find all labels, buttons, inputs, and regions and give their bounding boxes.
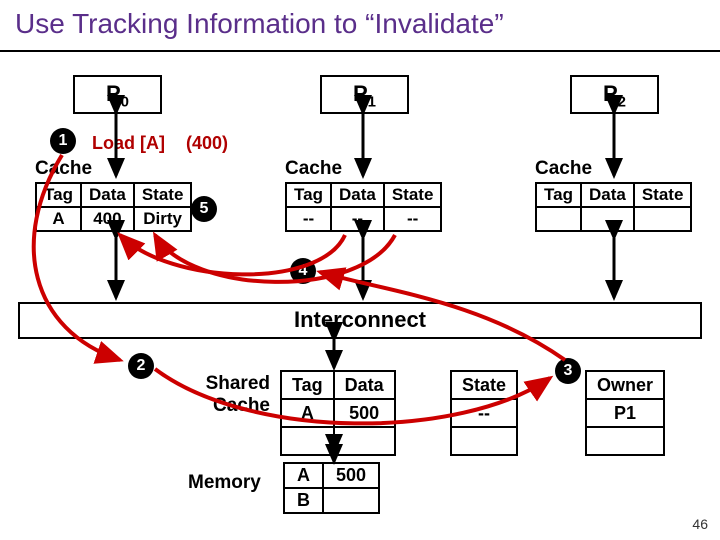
slide-title: Use Tracking Information to “Invalidate”: [15, 8, 504, 40]
shared-cache-label: SharedCache: [195, 373, 270, 417]
cache2-label: Cache: [535, 158, 592, 180]
cache0-label: Cache: [35, 158, 92, 180]
shared-cache-owner: Owner P1: [585, 370, 665, 456]
cache1-label: Cache: [285, 158, 342, 180]
load-val-label: (400): [186, 133, 228, 154]
processor-p1: P1: [320, 75, 409, 114]
memory-label: Memory: [188, 472, 261, 494]
cache0-table: TagDataState A400Dirty: [35, 182, 192, 232]
shared-cache-tagdata: TagData A500: [280, 370, 396, 456]
load-op-label: Load [A]: [92, 133, 165, 154]
memory-table: A500 B: [283, 462, 380, 514]
step-5: 5: [191, 196, 217, 222]
step-2: 2: [128, 353, 154, 379]
cache2-table: TagDataState: [535, 182, 692, 232]
shared-cache-state: State --: [450, 370, 518, 456]
slide-number: 46: [692, 516, 708, 532]
step-3: 3: [555, 358, 581, 384]
step-4: 4: [290, 258, 316, 284]
title-underline: [0, 50, 720, 52]
processor-p0: P0: [73, 75, 162, 114]
processor-p2: P2: [570, 75, 659, 114]
interconnect-bar: Interconnect: [18, 302, 702, 339]
step-1: 1: [50, 128, 76, 154]
cache1-table: TagDataState ------: [285, 182, 442, 232]
